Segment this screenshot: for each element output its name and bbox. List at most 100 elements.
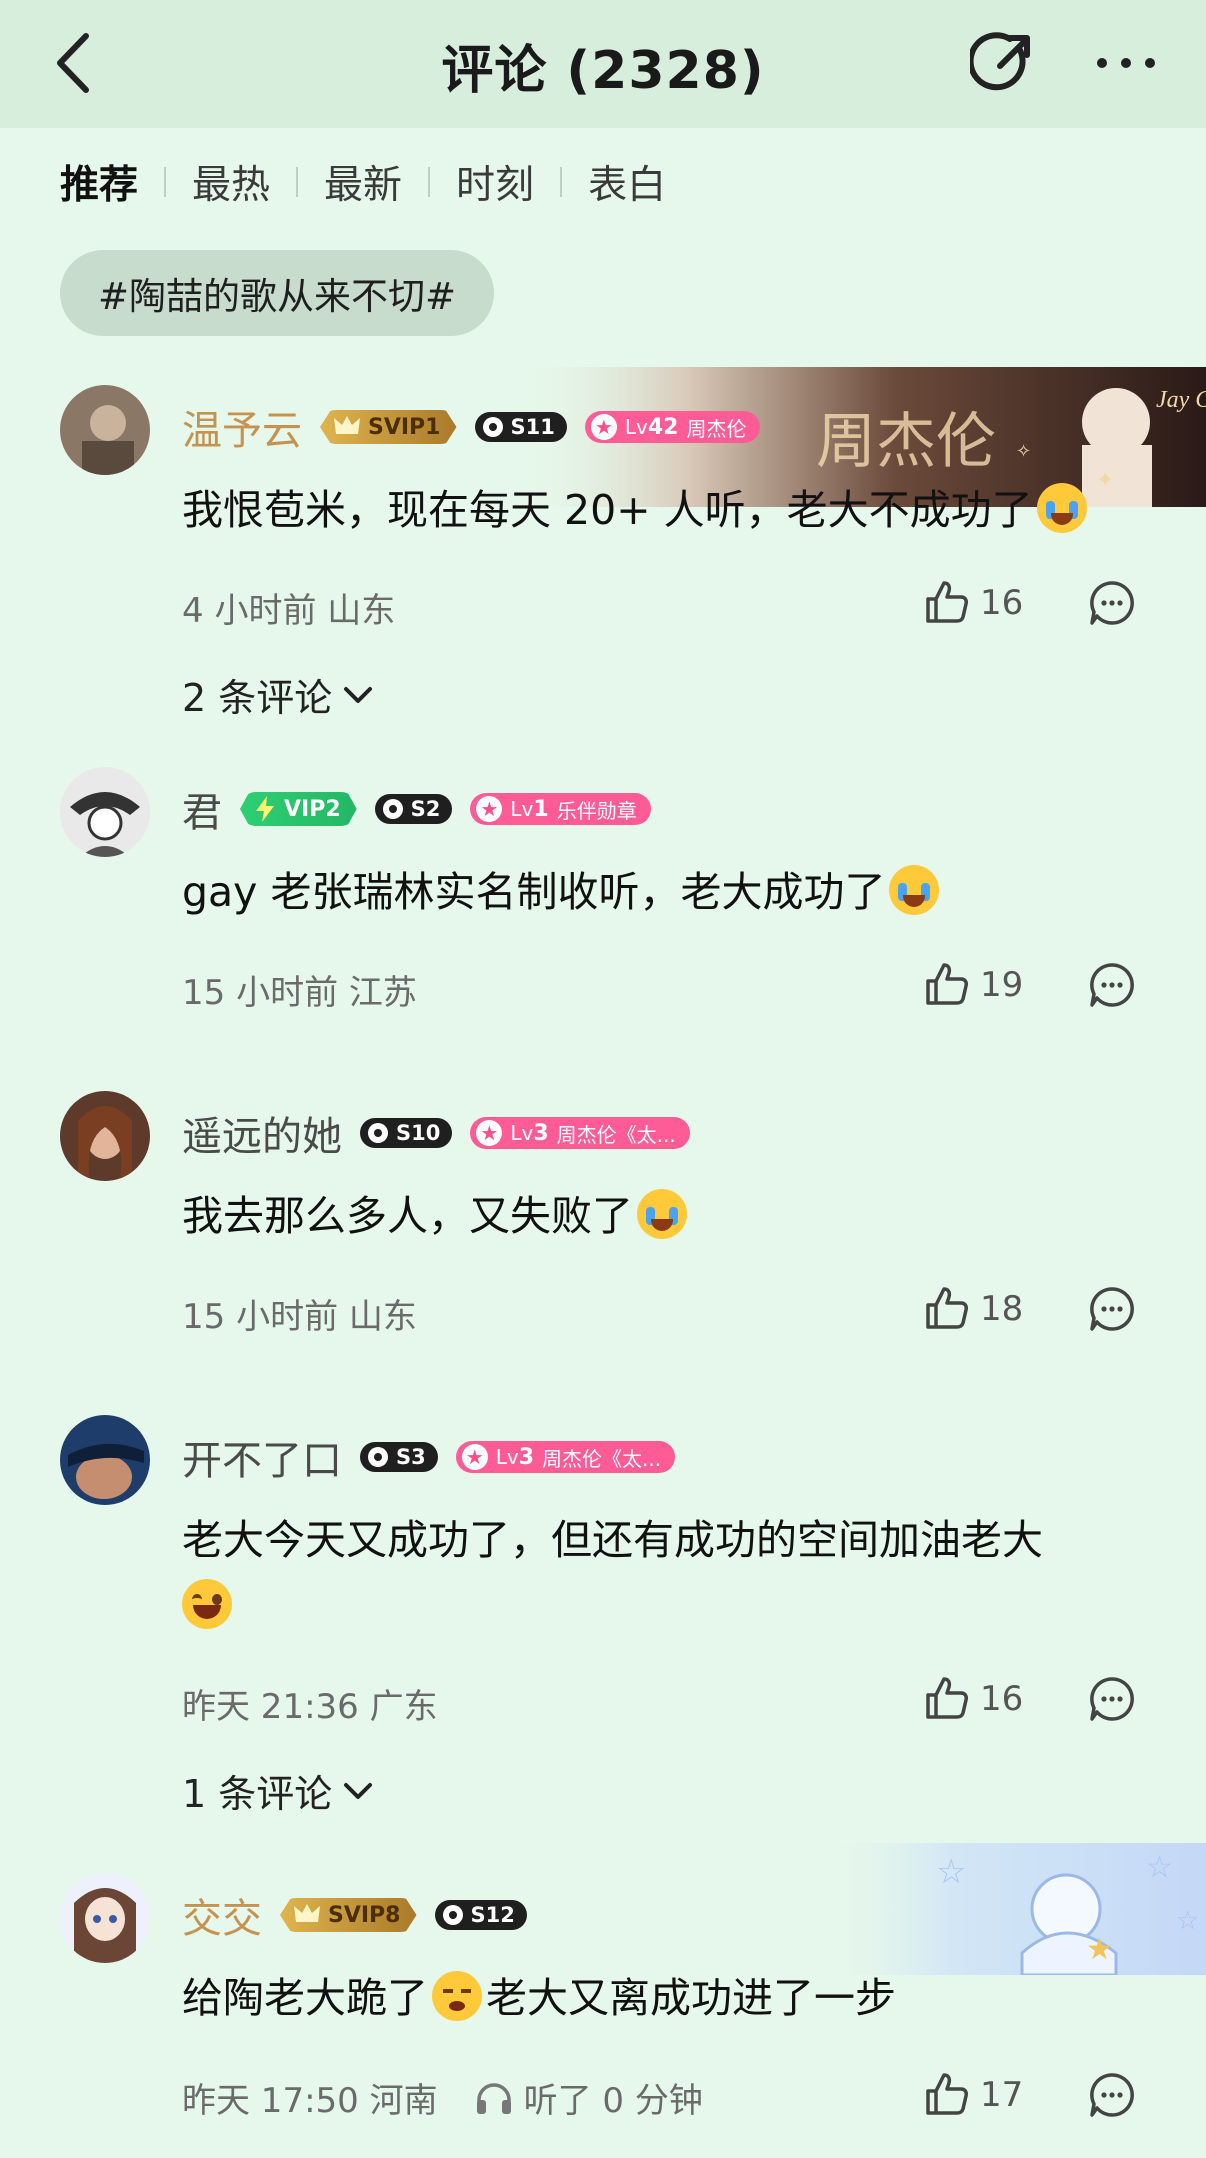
svg-text:☆: ☆ <box>1146 1850 1173 1885</box>
listen-level-badge[interactable]: S2 <box>374 794 453 824</box>
tab-newest[interactable]: 最新 <box>324 154 402 210</box>
expand-replies-button[interactable]: 1 条评论 <box>182 1763 374 1818</box>
listen-level-badge[interactable]: S11 <box>474 412 567 442</box>
comment-text: 给陶老大跪了 老大又离成功进了一步 <box>182 1965 1142 2031</box>
like-count: 18 <box>980 1289 1024 1329</box>
crown-icon <box>294 1904 320 1922</box>
fan-level-badge[interactable]: Lv42周杰伦 <box>584 411 761 443</box>
like-icon <box>926 963 968 1005</box>
disc-icon <box>482 417 503 437</box>
svip-badge[interactable]: SVIP1 <box>320 410 457 444</box>
avatar[interactable] <box>60 1415 150 1505</box>
like-icon <box>926 1677 968 1719</box>
disc-icon <box>368 1123 388 1143</box>
like-button[interactable]: 19 <box>922 961 1023 1009</box>
listen-level-badge[interactable]: S10 <box>360 1118 453 1148</box>
reply-icon[interactable] <box>1088 579 1136 627</box>
comment-text: 我去那么多人，又失败了 <box>182 1183 1142 1249</box>
user-row: 遥远的她 S10 Lv3周杰伦《太... <box>182 1105 708 1161</box>
comment-meta: 15 小时前 江苏 <box>182 973 417 1013</box>
svg-text:☆: ☆ <box>936 1852 966 1892</box>
username[interactable]: 温予云 <box>182 398 302 456</box>
svip-badge[interactable]: SVIP8 <box>280 1898 417 1932</box>
expand-replies-button[interactable]: 2 条评论 <box>182 667 374 722</box>
like-count: 16 <box>980 583 1024 623</box>
huffing-emoji-icon <box>432 1971 482 2021</box>
avatar[interactable] <box>60 767 150 857</box>
tab-divider <box>428 167 431 197</box>
laughing-emoji-icon <box>182 1579 232 1629</box>
username[interactable]: 君 <box>182 780 222 838</box>
reply-icon[interactable] <box>1088 2071 1136 2119</box>
star-icon <box>476 1120 503 1146</box>
tab-divider <box>164 167 167 197</box>
like-button[interactable]: 18 <box>922 1285 1023 1333</box>
like-count: 17 <box>980 2075 1024 2115</box>
fan-level-badge[interactable]: Lv3周杰伦《太... <box>455 1441 676 1473</box>
disc-icon <box>382 799 403 819</box>
chevron-down-icon <box>344 1782 373 1799</box>
like-button[interactable]: 16 <box>922 1675 1023 1723</box>
reply-icon[interactable] <box>1088 1285 1136 1333</box>
comment-meta: 4 小时前 山东 <box>182 591 396 631</box>
star-icon <box>476 796 503 822</box>
star-icon <box>590 414 617 440</box>
tab-confession[interactable]: 表白 <box>588 154 666 210</box>
crown-icon <box>334 416 360 434</box>
like-icon <box>926 581 968 623</box>
avatar[interactable] <box>60 1873 150 1963</box>
user-row: 开不了口 S3 Lv3周杰伦《太... <box>182 1429 693 1485</box>
avatar[interactable] <box>60 1091 150 1181</box>
more-icon[interactable] <box>1094 48 1158 78</box>
fan-level-badge[interactable]: Lv1乐伴勋章 <box>470 793 651 825</box>
svg-text:☆: ☆ <box>1176 1906 1199 1936</box>
headphone-icon <box>476 2082 511 2114</box>
tab-divider <box>560 167 563 197</box>
user-row: 温予云 SVIP1 S11 Lv42周杰伦 <box>182 399 778 455</box>
comment-meta: 昨天 17:50 河南 听了 0 分钟 <box>182 2073 703 2122</box>
username[interactable]: 遥远的她 <box>182 1104 342 1162</box>
svg-text:★: ★ <box>1086 1932 1113 1967</box>
like-count: 19 <box>980 965 1024 1005</box>
profile-banner: ☆ ☆ ☆ ★ <box>816 1843 1206 1975</box>
tab-moments[interactable]: 时刻 <box>456 154 534 210</box>
share-icon[interactable] <box>970 30 1036 96</box>
tab-divider <box>296 167 299 197</box>
crying-emoji-icon <box>637 1189 687 1239</box>
crying-emoji-icon <box>889 865 940 915</box>
star-icon <box>461 1444 488 1470</box>
listen-level-badge[interactable]: S3 <box>360 1442 438 1472</box>
comment-text: gay 老张瑞林实名制收听，老大成功了 <box>182 859 1142 925</box>
comment-text: 老大今天又成功了，但还有成功的空间加油老大 <box>182 1507 1142 1639</box>
bolt-icon <box>256 796 274 822</box>
banner-title: 周杰伦 <box>816 409 996 475</box>
username[interactable]: 交交 <box>182 1886 262 1944</box>
avatar[interactable] <box>60 385 150 475</box>
crying-emoji-icon <box>1036 483 1087 533</box>
chevron-down-icon <box>344 686 373 703</box>
like-icon <box>926 1287 968 1329</box>
user-row: 君 VIP2 S2 Lv1乐伴勋章 <box>182 781 669 837</box>
like-icon <box>926 2073 968 2115</box>
comment-text: 我恨苞米，现在每天 20+ 人听，老大不成功了 <box>182 477 1142 543</box>
tab-recommended[interactable]: 推荐 <box>60 154 138 210</box>
disc-icon <box>442 1905 463 1925</box>
tab-hottest[interactable]: 最热 <box>192 154 270 210</box>
vip-badge[interactable]: VIP2 <box>240 792 357 826</box>
comment-meta: 昨天 21:36 广东 <box>182 1687 438 1727</box>
listen-duration: 听了 0 分钟 <box>474 2073 703 2122</box>
svg-text:✧: ✧ <box>1016 441 1031 462</box>
comment-meta: 15 小时前 山东 <box>182 1297 417 1337</box>
banner-signature: Jay Chou <box>1156 387 1206 413</box>
like-count: 16 <box>980 1679 1024 1719</box>
listen-level-badge[interactable]: S12 <box>434 1900 527 1930</box>
fan-level-badge[interactable]: Lv3周杰伦《太... <box>470 1117 690 1149</box>
user-row: 交交 SVIP8 S12 <box>182 1887 545 1943</box>
topic-chip[interactable]: #陶喆的歌从来不切# <box>60 250 495 336</box>
sort-tabs: 推荐 最热 最新 时刻 表白 <box>60 152 666 212</box>
reply-icon[interactable] <box>1088 961 1136 1009</box>
reply-icon[interactable] <box>1088 1675 1136 1723</box>
username[interactable]: 开不了口 <box>182 1428 342 1486</box>
like-button[interactable]: 17 <box>922 2071 1023 2119</box>
like-button[interactable]: 16 <box>922 579 1023 627</box>
